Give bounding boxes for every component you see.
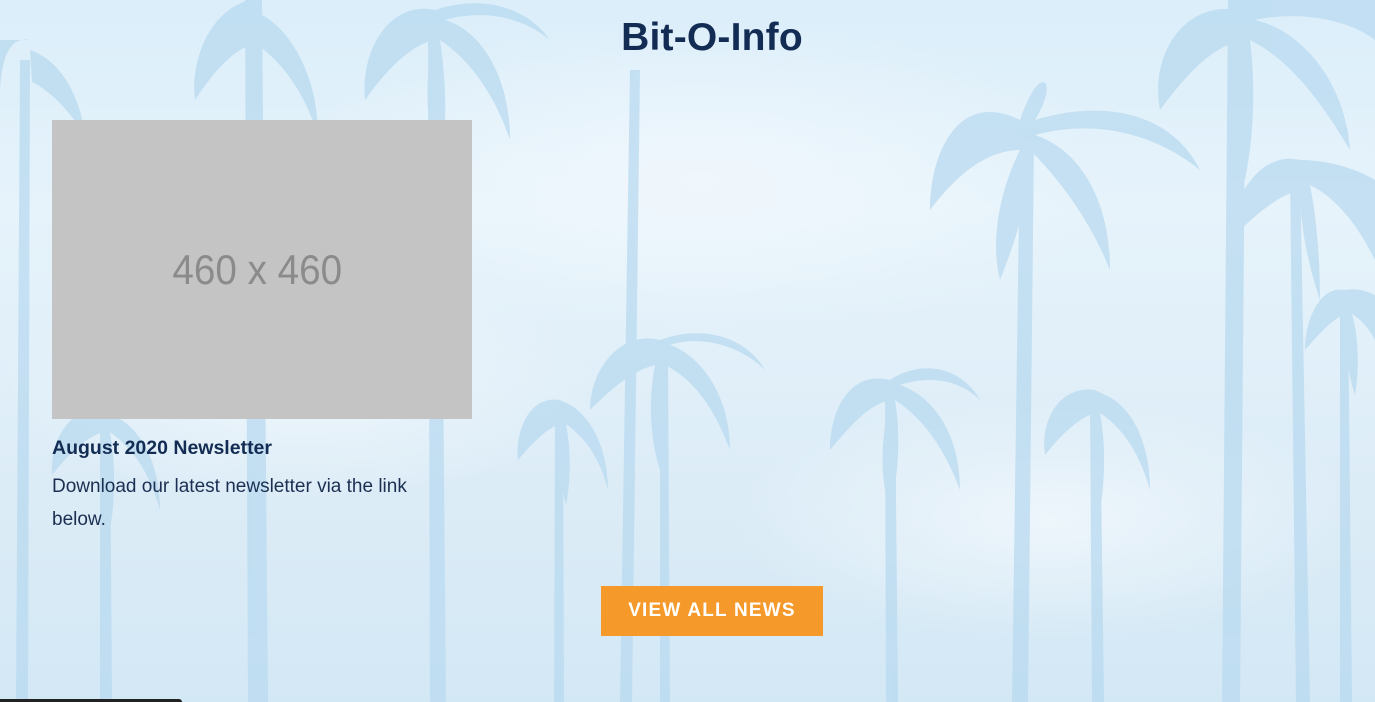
placeholder-dimensions-label: 460 x 460	[172, 245, 342, 293]
news-item-title[interactable]: August 2020 Newsletter	[52, 436, 472, 460]
view-all-news-button[interactable]: VIEW ALL NEWS	[601, 586, 823, 636]
news-item-excerpt: Download our latest newsletter via the l…	[52, 476, 407, 530]
section-title: Bit-O-Info	[621, 16, 803, 59]
news-section: Bit-O-Info 460 x 460 August 2020 Newslet…	[0, 0, 1375, 702]
news-thumbnail-placeholder[interactable]: 460 x 460	[52, 120, 472, 419]
news-card: 460 x 460 August 2020 Newsletter Downloa…	[52, 120, 472, 536]
